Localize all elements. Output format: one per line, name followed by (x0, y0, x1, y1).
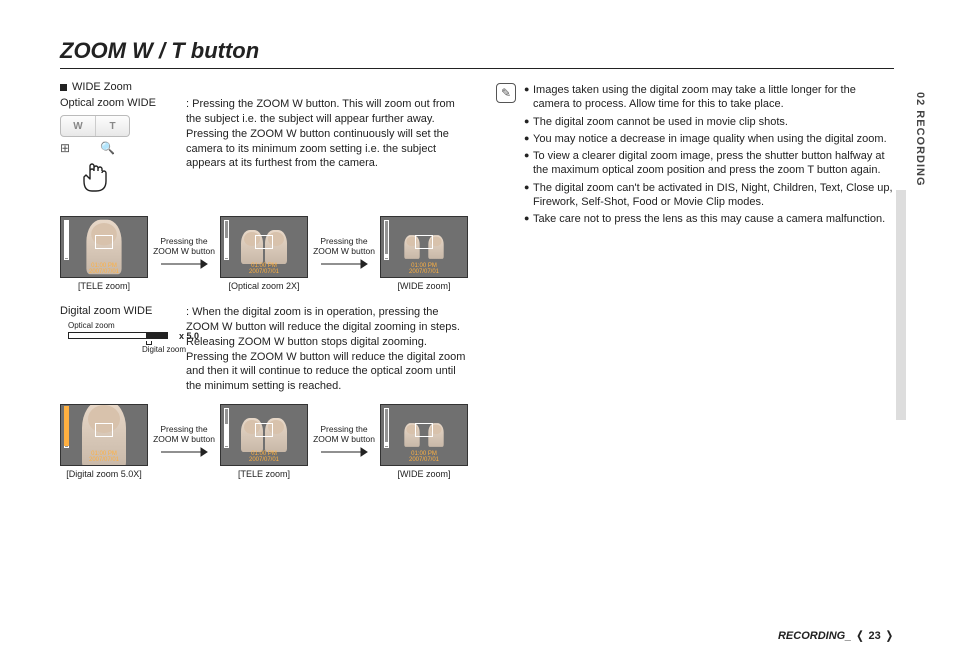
wt-rocker-button: W T (60, 115, 130, 137)
thumb-tele-zoom: 01:00 PM2007/07/01 (60, 216, 148, 278)
optical-zoom-wide-row: Optical zoom WIDE W T ⊞ 🔍 (60, 97, 470, 206)
thumb-cap-wide-2: [WIDE zoom] (397, 469, 450, 479)
zoom-bar-dig-label: Digital zoom (68, 345, 186, 354)
note-list: ●Images taken using the digital zoom may… (524, 83, 894, 230)
thumb-wide-zoom-2: 01:00 PM2007/07/01 (380, 404, 468, 466)
note-3: You may notice a decrease in image quali… (533, 132, 894, 146)
note-6: Take care not to press the lens as this … (533, 212, 894, 226)
thumb-digital-5x: 01:00 PM2007/07/01 (60, 404, 148, 466)
thumb-cap-wide: [WIDE zoom] (397, 281, 450, 291)
page-footer: RECORDING_ ❬ 23 ❭ (778, 629, 894, 642)
right-column: ✎ ●Images taken using the digital zoom m… (496, 81, 894, 493)
digital-zoom-wide-row: Digital zoom WIDE Optical zoom x 5.0 Dig… (60, 305, 470, 394)
thumb-row-2: 01:00 PM2007/07/01 [Digital zoom 5.0X] P… (60, 404, 470, 479)
optical-zoom-term-text: Optical zoom WIDE (60, 97, 156, 109)
arrow-right-icon (319, 258, 369, 270)
grid-icon: ⊞ (60, 141, 70, 155)
thumb-cap-d5x: [Digital zoom 5.0X] (66, 469, 142, 479)
w-key: W (61, 116, 95, 136)
thumb-cap-tele-2: [TELE zoom] (238, 469, 290, 479)
footer-label: RECORDING_ (778, 630, 851, 642)
thumb-tele-zoom-2: 01:00 PM2007/07/01 (220, 404, 308, 466)
digital-zoom-desc: : When the digital zoom is in operation,… (186, 305, 470, 394)
note-1: Images taken using the digital zoom may … (533, 83, 894, 112)
page-number: 23 (869, 630, 881, 642)
optical-zoom-desc: : Pressing the ZOOM W button. This will … (186, 97, 470, 171)
angle-right-icon: ❭ (885, 629, 894, 642)
page-title: ZOOM W / T button (60, 38, 894, 69)
arrow-right-icon (319, 446, 369, 458)
note-5: The digital zoom can't be activated in D… (533, 181, 894, 210)
hand-press-icon (78, 163, 116, 203)
side-tab: 02 RECORDING (914, 92, 926, 187)
side-thumb-bar (896, 190, 906, 420)
arrow-right-icon (159, 446, 209, 458)
zoom-bar-opt-label: Optical zoom (68, 321, 186, 330)
digital-zoom-term-text: Digital zoom WIDE (60, 305, 152, 317)
square-bullet-icon (60, 84, 67, 91)
thumb-optical-2x: 01:00 PM2007/07/01 (220, 216, 308, 278)
thumb-cap-2x: [Optical zoom 2X] (228, 281, 299, 291)
optical-zoom-term: Optical zoom WIDE W T ⊞ 🔍 (60, 97, 186, 206)
bullet-icon: ● (524, 149, 533, 178)
note-box: ✎ ●Images taken using the digital zoom m… (496, 83, 894, 230)
thumb-wide-zoom: 01:00 PM2007/07/01 (380, 216, 468, 278)
arrow-right-icon (159, 258, 209, 270)
thumb-cap-tele: [TELE zoom] (78, 281, 130, 291)
zoom-bar-x-label: x 5.0 (179, 331, 199, 341)
arrow-text-2b: Pressing the ZOOM W button (312, 425, 376, 445)
angle-left-icon: ❬ (855, 629, 864, 642)
bullet-icon: ● (524, 181, 533, 210)
zoom-bar-diagram: Optical zoom x 5.0 Digital zoom (68, 321, 186, 354)
magnifier-icon: 🔍 (100, 141, 115, 155)
wide-zoom-heading: WIDE Zoom (60, 81, 470, 93)
arrow-text-2a: Pressing the ZOOM W button (152, 425, 216, 445)
note-2: The digital zoom cannot be used in movie… (533, 115, 894, 129)
arrow-text-1b: Pressing the ZOOM W button (312, 237, 376, 257)
t-key: T (95, 116, 129, 136)
thumb-row-1: 01:00 PM2007/07/01 [TELE zoom] Pressing … (60, 216, 470, 291)
left-column: WIDE Zoom Optical zoom WIDE W T ⊞ 🔍 (60, 81, 470, 493)
bullet-icon: ● (524, 83, 533, 112)
bullet-icon: ● (524, 212, 533, 226)
bullet-icon: ● (524, 115, 533, 129)
note-pencil-icon: ✎ (496, 83, 516, 103)
digital-zoom-term: Digital zoom WIDE Optical zoom x 5.0 Dig… (60, 305, 186, 354)
arrow-text-1a: Pressing the ZOOM W button (152, 237, 216, 257)
wide-zoom-label: WIDE Zoom (72, 81, 132, 93)
note-4: To view a clearer digital zoom image, pr… (533, 149, 894, 178)
bullet-icon: ● (524, 132, 533, 146)
